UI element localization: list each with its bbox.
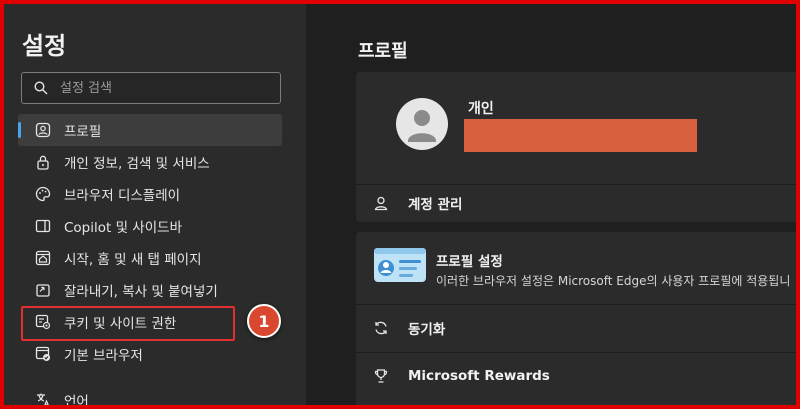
- sidebar-item-appearance[interactable]: 브라우저 디스플레이: [18, 178, 282, 210]
- lock-icon: [34, 153, 52, 171]
- home-tab-icon: [34, 249, 52, 267]
- palette-icon: [34, 185, 52, 203]
- divider: [356, 304, 796, 305]
- redacted-email: [464, 119, 697, 152]
- sidebar-item-default-browser[interactable]: 기본 브라우저: [18, 338, 282, 370]
- sync-label: 동기화: [408, 322, 446, 338]
- sync-icon: [372, 319, 390, 337]
- main-content: 프로필 개인 계정 관리 프로필 설정 이러한 브라우저 설정은 Microso…: [306, 4, 796, 405]
- sidebar-item-label: Copilot 및 사이드바: [64, 220, 182, 236]
- profile-card: 개인 계정 관리: [356, 72, 796, 222]
- sidebar-item-privacy[interactable]: 개인 정보, 검색 및 서비스: [18, 146, 282, 178]
- sidebar-item-start-home[interactable]: 시작, 홈 및 새 탭 페이지: [18, 242, 282, 274]
- sync-row[interactable]: 동기화: [356, 310, 796, 346]
- sidebar-item-label: 개인 정보, 검색 및 서비스: [64, 156, 210, 172]
- sidebar-item-share-copy-paste[interactable]: 잘라내기, 복사 및 붙여넣기: [18, 274, 282, 306]
- page-title: 프로필: [358, 41, 408, 62]
- profile-name: 개인: [468, 101, 494, 117]
- highlight-box: [21, 306, 235, 341]
- step-badge: 1: [247, 304, 281, 338]
- rewards-label: Microsoft Rewards: [408, 368, 550, 384]
- sidebar-item-copilot[interactable]: Copilot 및 사이드바: [18, 210, 282, 242]
- sidebar-item-label: 언어: [64, 394, 89, 405]
- settings-search-box[interactable]: [21, 72, 281, 104]
- sidebar-item-languages[interactable]: 언어: [18, 384, 282, 405]
- person-icon: [372, 194, 390, 212]
- settings-nav: 프로필 개인 정보, 검색 및 서비스 브라우저 디스플레이 Copilot 및…: [18, 114, 282, 405]
- profile-settings-illustration-icon: [374, 248, 426, 282]
- default-browser-icon: [34, 345, 52, 363]
- sidebar-item-label: 잘라내기, 복사 및 붙여넣기: [64, 284, 218, 300]
- divider: [356, 352, 796, 353]
- sidebar-item-label: 기본 브라우저: [64, 348, 143, 364]
- settings-search-input[interactable]: [60, 80, 260, 96]
- profile-settings-title: 프로필 설정: [436, 254, 503, 270]
- profile-settings-description: 이러한 브라우저 설정은 Microsoft Edge의 사용자 프로필에 적용…: [436, 274, 791, 288]
- sidebar-item-label: 브라우저 디스플레이: [64, 188, 181, 204]
- avatar: [396, 98, 448, 150]
- sidebar-title: 설정: [22, 32, 67, 60]
- clipboard-icon: [34, 281, 52, 299]
- sidebar-item-label: 시작, 홈 및 새 탭 페이지: [64, 252, 202, 268]
- sidebar-item-profile[interactable]: 프로필: [18, 114, 282, 146]
- language-icon: [34, 391, 52, 405]
- rewards-trophy-icon: [372, 367, 390, 385]
- rewards-row[interactable]: Microsoft Rewards: [356, 358, 796, 394]
- sidebar-icon: [34, 217, 52, 235]
- profile-icon: [34, 121, 52, 139]
- manage-account-row[interactable]: 계정 관리: [356, 185, 796, 221]
- search-icon: [34, 81, 48, 95]
- settings-card: 프로필 설정 이러한 브라우저 설정은 Microsoft Edge의 사용자 …: [356, 232, 796, 405]
- settings-sidebar: 설정 프로필 개인 정보, 검색 및 서비스 브라우저 디스플레이: [4, 4, 306, 405]
- manage-account-label: 계정 관리: [408, 197, 463, 213]
- sidebar-item-label: 프로필: [64, 124, 102, 140]
